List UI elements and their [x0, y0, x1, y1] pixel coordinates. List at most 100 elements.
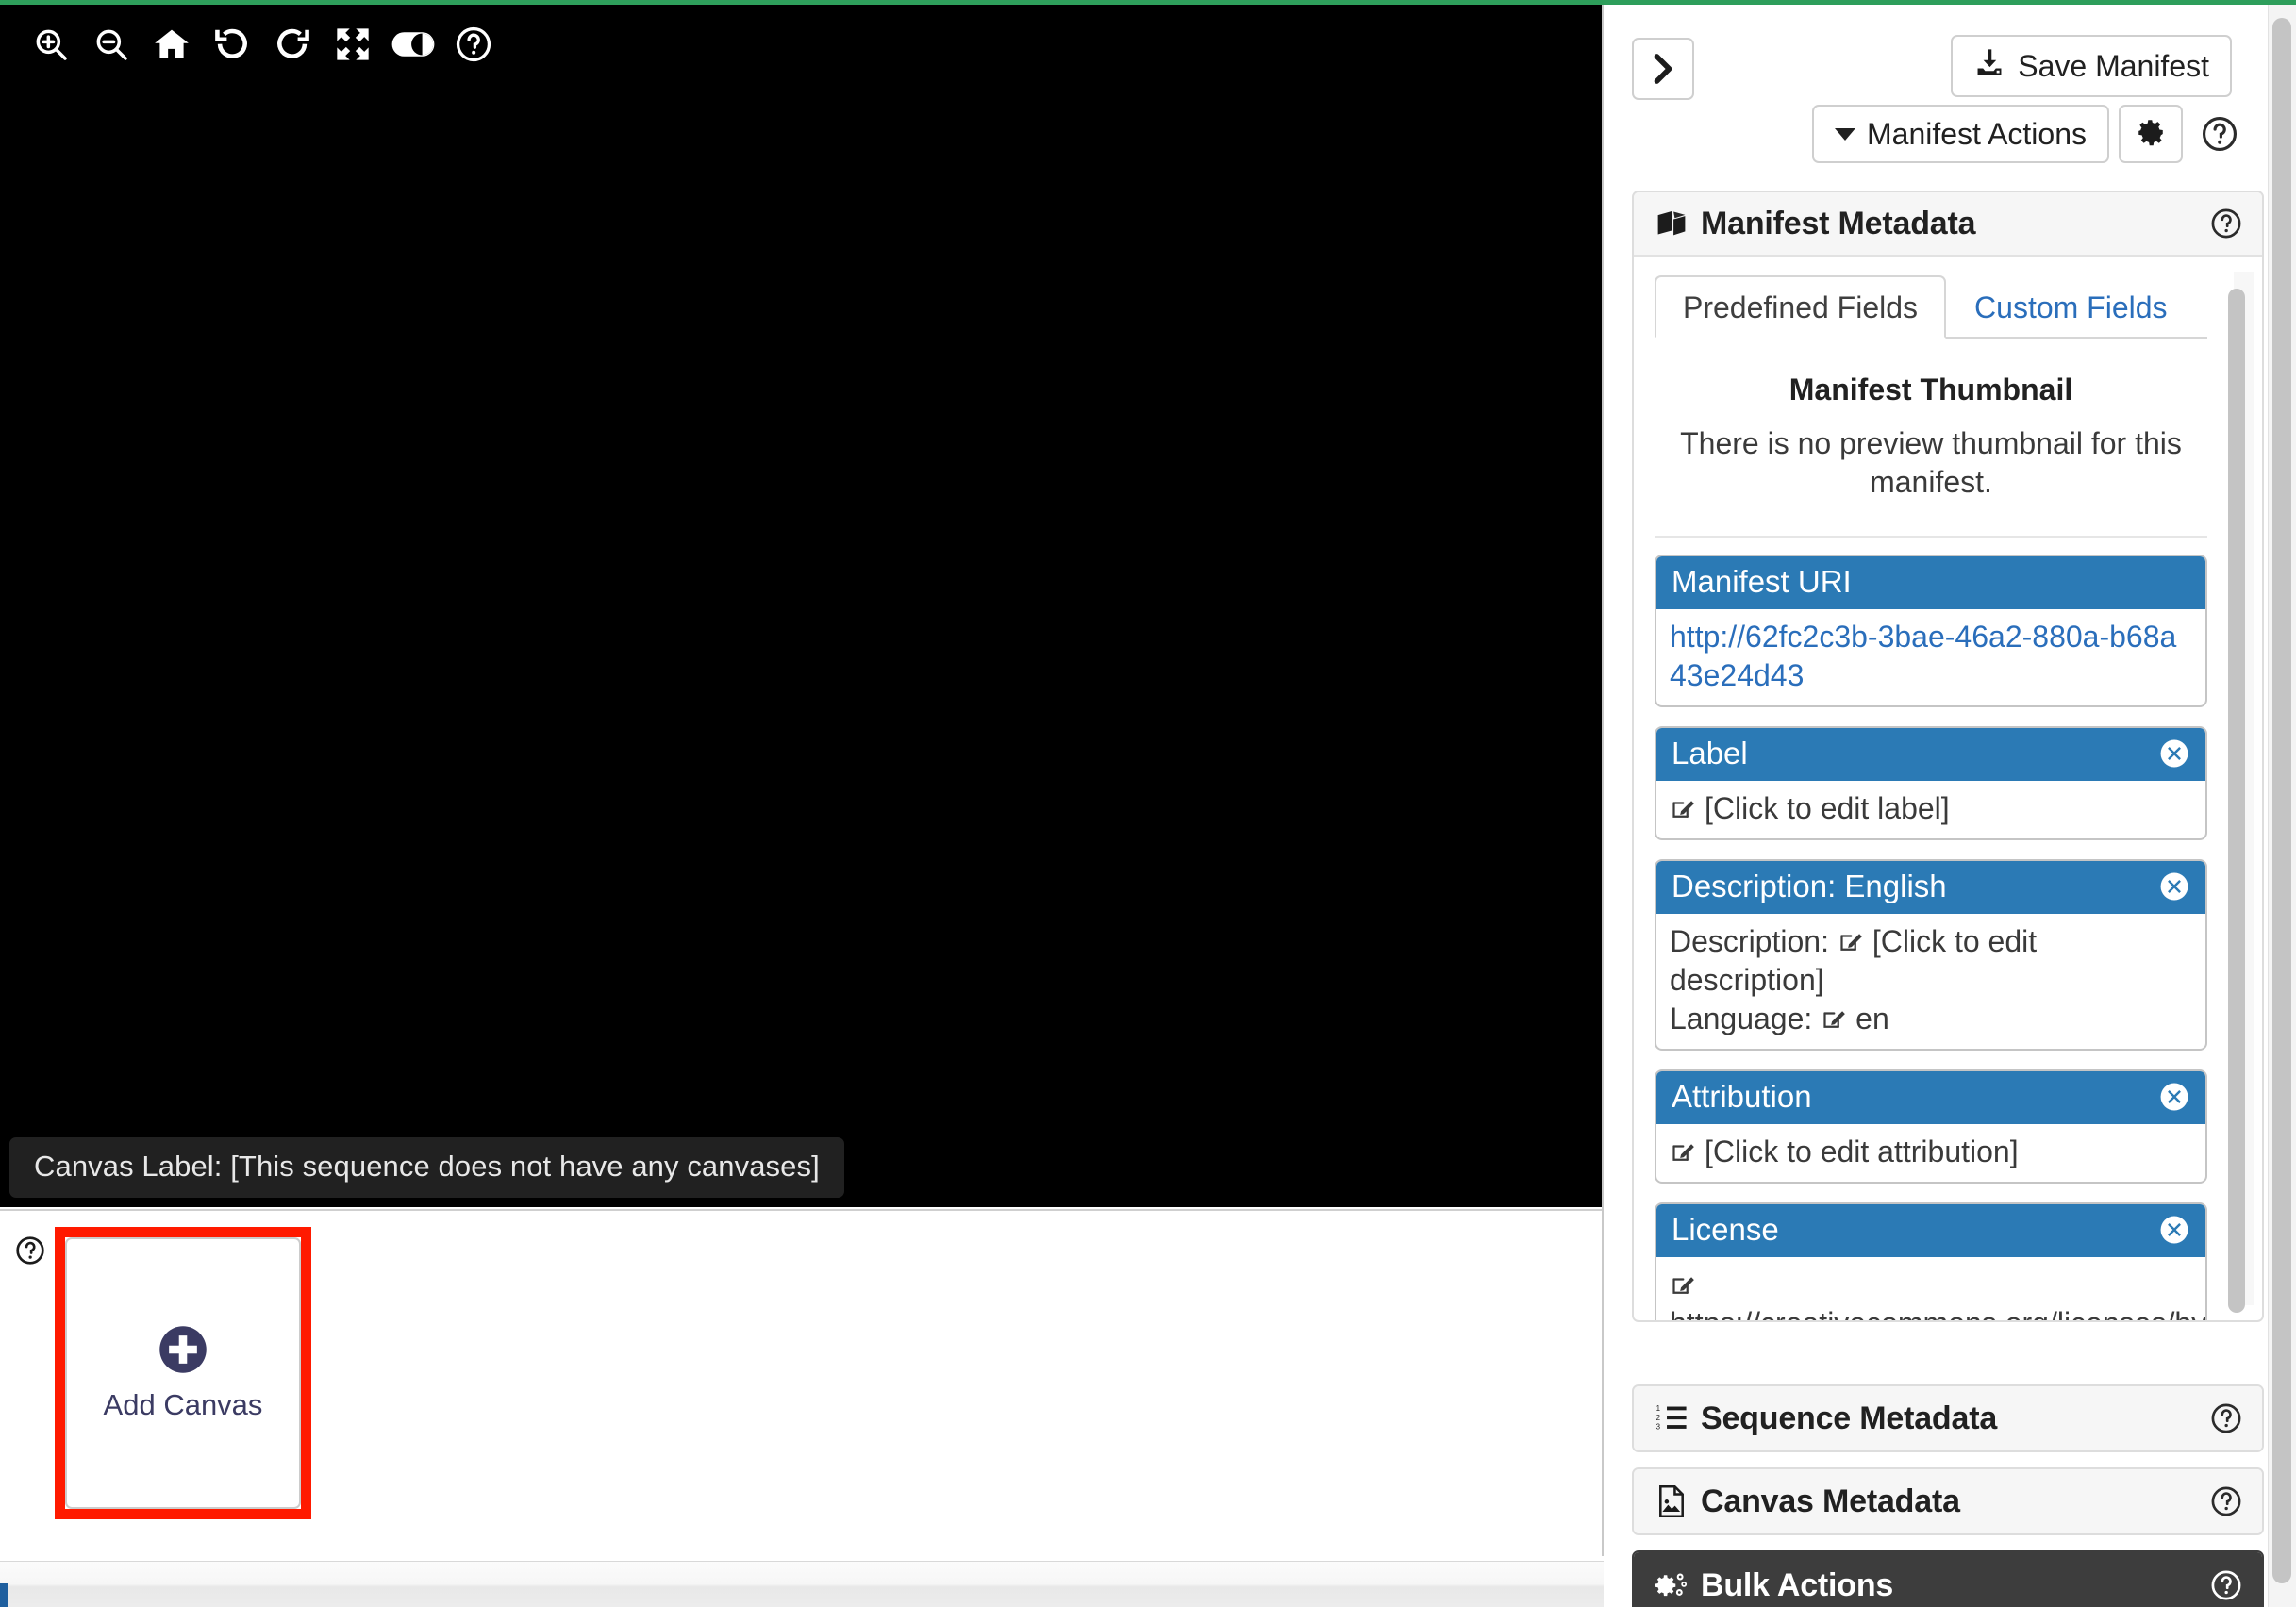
zoom-out-icon[interactable] — [81, 14, 141, 75]
remove-field-icon[interactable] — [2158, 1081, 2190, 1113]
tab-custom-fields[interactable]: Custom Fields — [1946, 275, 2196, 339]
remove-field-icon[interactable] — [2158, 870, 2190, 903]
home-icon[interactable] — [141, 14, 202, 75]
viewer-toolbar — [21, 14, 504, 75]
ordered-list-icon: 1 2 3 — [1655, 1401, 1689, 1435]
book-icon — [1655, 207, 1689, 240]
rotate-right-icon[interactable] — [262, 14, 323, 75]
contrast-toggle-icon[interactable] — [383, 14, 443, 75]
remove-field-icon[interactable] — [2158, 1214, 2190, 1246]
top-accent-bar — [0, 0, 2296, 5]
image-viewer-stage[interactable]: Canvas Label: [This sequence does not ha… — [0, 5, 1602, 1207]
field-header: Label — [1656, 727, 2205, 781]
rotate-left-icon[interactable] — [202, 14, 262, 75]
pencil-square-icon — [1670, 1135, 1698, 1162]
canvas-metadata-card: Canvas Metadata — [1632, 1467, 2264, 1535]
field-header-label: Manifest URI — [1672, 563, 1852, 599]
chevron-down-icon — [1835, 127, 1855, 141]
field-header-label: Description: English — [1672, 868, 1947, 903]
bulk-actions-header[interactable]: Bulk Actions — [1634, 1552, 2262, 1607]
canvas-metadata-title: Canvas Metadata — [1701, 1483, 1960, 1519]
field-license: License — [1655, 1201, 2207, 1320]
sequence-metadata-header[interactable]: 1 2 3 Sequence Metadata — [1634, 1386, 2262, 1450]
field-header: Description: English — [1656, 860, 2205, 914]
metadata-panel-column: Save Manifest Manifest Actions Manifest … — [1606, 5, 2296, 1607]
viewer-column: Canvas Label: [This sequence does not ha… — [0, 5, 1604, 1607]
field-header: License — [1656, 1203, 2205, 1257]
language-line: Language: en — [1670, 1000, 2192, 1038]
add-canvas-label: Add Canvas — [103, 1388, 263, 1421]
manifest-uri-link[interactable]: http://62fc2c3b-3bae-46a2-880a-b68a43e24… — [1670, 620, 2176, 692]
canvas-label-bar: Canvas Label: [This sequence does not ha… — [9, 1137, 844, 1198]
field-value: http://62fc2c3b-3bae-46a2-880a-b68a43e24… — [1656, 609, 2205, 705]
collapse-panel-button[interactable] — [1632, 38, 1694, 100]
sequence-metadata-title: Sequence Metadata — [1701, 1400, 1998, 1436]
page-scrollbar-thumb[interactable] — [2272, 18, 2291, 1583]
canvas-metadata-header[interactable]: Canvas Metadata — [1634, 1469, 2262, 1533]
save-manifest-button[interactable]: Save Manifest — [1951, 35, 2232, 97]
predefined-fields-container: Predefined Fields Custom Fields Manifest… — [1655, 273, 2207, 1320]
field-value[interactable]: Description: [Click to edit description]… — [1656, 914, 2205, 1049]
svg-text:2: 2 — [1656, 1414, 1660, 1422]
page-scrollbar-track[interactable] — [2268, 5, 2296, 1607]
manifest-thumbnail-title: Manifest Thumbnail — [1789, 373, 2073, 406]
fullscreen-icon[interactable] — [323, 14, 383, 75]
manifest-metadata-title: Manifest Metadata — [1701, 205, 1976, 241]
field-header-label: License — [1672, 1211, 1779, 1247]
field-header-label: Attribution — [1672, 1078, 1812, 1114]
remove-field-icon[interactable] — [2158, 737, 2190, 770]
pencil-square-icon — [1670, 792, 1698, 819]
label-value: [Click to edit label] — [1705, 790, 1950, 825]
field-attribution: Attribution [Click to edit attribution] — [1655, 1069, 2207, 1184]
language-prefix: Language: — [1670, 1001, 1813, 1035]
manifest-actions-button[interactable]: Manifest Actions — [1812, 105, 2109, 163]
svg-text:1: 1 — [1656, 1404, 1661, 1413]
help-icon[interactable] — [2200, 114, 2239, 154]
manifest-metadata-body: Predefined Fields Custom Fields Manifest… — [1634, 257, 2262, 1320]
save-manifest-label: Save Manifest — [2018, 48, 2209, 83]
help-icon[interactable] — [14, 1234, 46, 1267]
tab-predefined-fields[interactable]: Predefined Fields — [1655, 275, 1947, 339]
field-value[interactable]: https://creativecommons.org/licenses/by/… — [1656, 1257, 2205, 1320]
description-line: Description: [Click to edit description] — [1670, 922, 2192, 1000]
help-icon[interactable] — [2209, 1401, 2243, 1435]
bulk-actions-title: Bulk Actions — [1701, 1566, 1894, 1603]
sequence-metadata-card: 1 2 3 Sequence Metadata — [1632, 1384, 2264, 1452]
language-value: en — [1855, 1001, 1889, 1035]
field-manifest-uri: Manifest URI http://62fc2c3b-3bae-46a2-8… — [1655, 554, 2207, 707]
cogs-icon — [1655, 1568, 1689, 1602]
field-value[interactable]: [Click to edit attribution] — [1656, 1124, 2205, 1182]
download-icon — [1973, 46, 2005, 86]
pencil-square-icon — [1670, 1268, 1698, 1295]
help-icon[interactable] — [443, 14, 504, 75]
gear-icon — [2135, 116, 2167, 153]
bulk-actions-card: Bulk Actions — [1632, 1550, 2264, 1607]
zoom-in-icon[interactable] — [21, 14, 81, 75]
metadata-tabs: Predefined Fields Custom Fields — [1655, 273, 2207, 339]
license-value: https://creativecommons.org/licenses/by/… — [1670, 1306, 2205, 1320]
description-prefix: Description: — [1670, 923, 1829, 958]
canvas-thumbnail-strip: Add Canvas — [0, 1209, 1602, 1556]
manifest-actions-row: Manifest Actions — [1812, 105, 2239, 163]
manifest-actions-label: Manifest Actions — [1867, 116, 2087, 151]
svg-text:3: 3 — [1656, 1423, 1661, 1432]
add-canvas-highlight: Add Canvas — [55, 1227, 311, 1519]
viewer-status-bar — [0, 1561, 1604, 1607]
add-canvas-button[interactable]: Add Canvas — [65, 1237, 301, 1509]
pencil-square-icon — [1821, 1002, 1849, 1029]
help-icon[interactable] — [2209, 1568, 2243, 1602]
application-root: Canvas Label: [This sequence does not ha… — [0, 0, 2296, 1607]
field-value[interactable]: [Click to edit label] — [1656, 781, 2205, 838]
field-header-label: Label — [1672, 735, 1748, 770]
field-header: Attribution — [1656, 1070, 2205, 1124]
settings-button[interactable] — [2119, 105, 2183, 163]
panel-toolbar: Save Manifest Manifest Actions — [1606, 5, 2266, 179]
manifest-metadata-card: Manifest Metadata Predefined Fields Cust… — [1632, 191, 2264, 1322]
field-description: Description: English Description: [Click… — [1655, 858, 2207, 1051]
metadata-scrollbar-thumb[interactable] — [2228, 289, 2245, 1313]
manifest-metadata-header[interactable]: Manifest Metadata — [1634, 192, 2262, 257]
metadata-scrollbar-track[interactable] — [2228, 272, 2254, 1313]
field-label: Label [Click to edit label] — [1655, 725, 2207, 840]
help-icon[interactable] — [2209, 207, 2243, 240]
help-icon[interactable] — [2209, 1484, 2243, 1518]
